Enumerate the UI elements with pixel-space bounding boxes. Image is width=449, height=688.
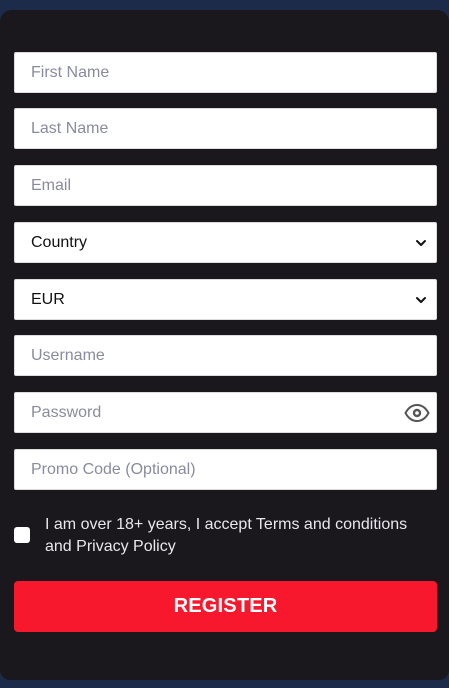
promo-code-field[interactable] — [14, 449, 437, 490]
register-button[interactable]: REGISTER — [14, 581, 437, 632]
currency-select-value: EUR — [31, 290, 65, 308]
first-name-input[interactable] — [15, 53, 436, 92]
password-field[interactable] — [14, 392, 437, 433]
chevron-down-icon — [414, 293, 428, 307]
age-consent-label: I am over 18+ years, I accept Terms and … — [45, 516, 408, 555]
last-name-field[interactable] — [14, 108, 437, 149]
last-name-input[interactable] — [15, 109, 436, 148]
country-select[interactable]: Country — [14, 222, 437, 263]
chevron-down-icon — [414, 236, 428, 250]
email-input[interactable] — [15, 166, 436, 205]
age-consent-checkbox[interactable] — [14, 527, 30, 543]
username-input[interactable] — [15, 336, 436, 375]
first-name-field[interactable] — [14, 52, 437, 93]
username-field[interactable] — [14, 335, 437, 376]
age-consent: I am over 18+ years, I accept Terms and … — [14, 514, 437, 564]
email-field[interactable] — [14, 165, 437, 206]
currency-select[interactable]: EUR — [14, 279, 437, 320]
password-input[interactable] — [15, 393, 436, 432]
country-select-value: Country — [31, 233, 88, 251]
registration-panel: Country EUR I am ove — [0, 10, 449, 680]
promo-code-input[interactable] — [15, 450, 436, 489]
eye-icon[interactable] — [404, 401, 430, 425]
